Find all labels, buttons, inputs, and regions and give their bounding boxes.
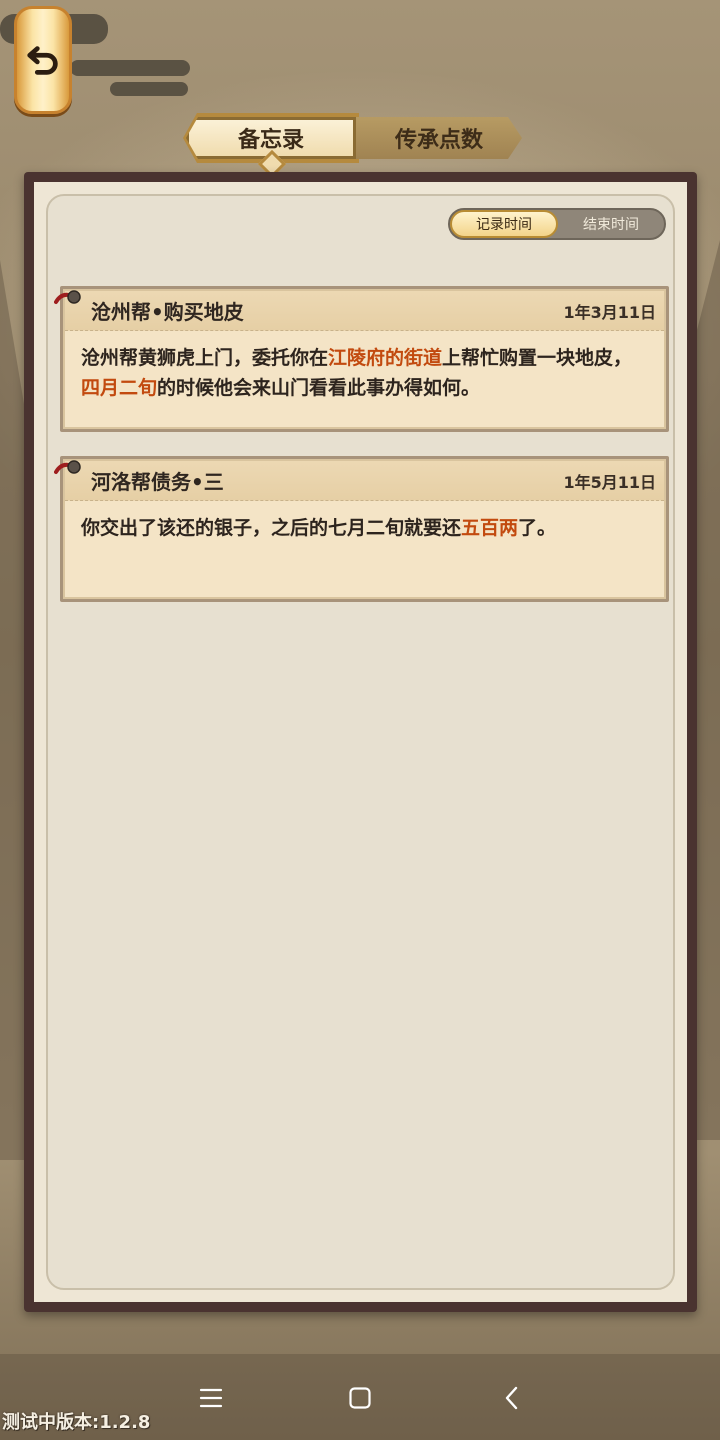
memo-text-highlight: 五百两 — [461, 517, 519, 539]
sort-option-label: 结束时间 — [583, 217, 639, 233]
version-label: 测试中版本:1.2.8 — [2, 1412, 151, 1433]
sort-toggle: 记录时间 结束时间 — [448, 208, 666, 240]
memo-card-header: 沧州帮•购买地皮 1年3月11日 — [65, 291, 664, 331]
memo-text-highlight: 四月二旬 — [81, 377, 158, 399]
memo-text: 沧州帮黄狮虎上门，委托你在江陵府的街道上帮忙购置一块地皮， 四月二旬的时候他会来山… — [65, 331, 664, 403]
memo-text-highlight: 江陵府的街道 — [328, 347, 443, 369]
sort-by-record-time-button[interactable]: 记录时间 — [450, 210, 558, 238]
memo-card-body: 沧州帮•购买地皮 1年3月11日 沧州帮黄狮虎上门，委托你在江陵府的街道上帮忙购… — [63, 289, 666, 429]
memo-text-part: 上帮忙购置一块地皮， — [442, 347, 633, 369]
memo-title: 沧州帮•购买地皮 — [91, 300, 244, 324]
memo-text: 你交出了该还的银子，之后的七月二旬就要还五百两了。 — [65, 501, 664, 543]
memo-text-part: 你交出了该还的银子，之后的七月二旬就要还 — [81, 517, 462, 539]
memo-card[interactable]: 沧州帮•购买地皮 1年3月11日 沧州帮黄狮虎上门，委托你在江陵府的街道上帮忙购… — [54, 286, 669, 432]
sort-by-end-time-button[interactable]: 结束时间 — [558, 210, 664, 238]
memo-text-part: 了。 — [518, 517, 557, 539]
nav-home-button[interactable] — [340, 1380, 380, 1416]
sort-option-label: 记录时间 — [476, 217, 532, 233]
chevron-left-icon — [505, 1386, 518, 1410]
tab-inheritance-points-label: 传承点数 — [394, 128, 483, 153]
bg-mountain-right — [697, 240, 720, 1140]
memo-card[interactable]: 河洛帮债务•三 1年5月11日 你交出了该还的银子，之后的七月二旬就要还五百两了… — [54, 456, 669, 602]
memo-text-part: 沧州帮黄狮虎上门，委托你在 — [81, 347, 329, 369]
memo-card-header: 河洛帮债务•三 1年5月11日 — [65, 461, 664, 501]
memo-date: 1年5月11日 — [563, 472, 656, 492]
tab-inheritance-points[interactable]: 传承点数 — [356, 117, 522, 159]
pin-icon — [54, 460, 81, 474]
nav-menu-button[interactable] — [191, 1380, 231, 1416]
back-arrow-icon — [27, 46, 58, 75]
nav-back-button[interactable] — [492, 1380, 532, 1416]
memo-card-body: 河洛帮债务•三 1年5月11日 你交出了该还的银子，之后的七月二旬就要还五百两了… — [63, 459, 666, 599]
memo-title: 河洛帮债务•三 — [91, 470, 224, 494]
bg-cloud-3 — [110, 82, 188, 96]
memo-text-part: 的时候他会来山门看看此事办得如何。 — [157, 377, 481, 399]
back-button[interactable] — [14, 6, 72, 114]
menu-icon — [199, 1388, 223, 1408]
bg-cloud-2 — [70, 60, 190, 76]
memo-date: 1年3月11日 — [563, 302, 656, 322]
home-square-icon — [349, 1387, 371, 1409]
pin-icon — [54, 290, 81, 304]
